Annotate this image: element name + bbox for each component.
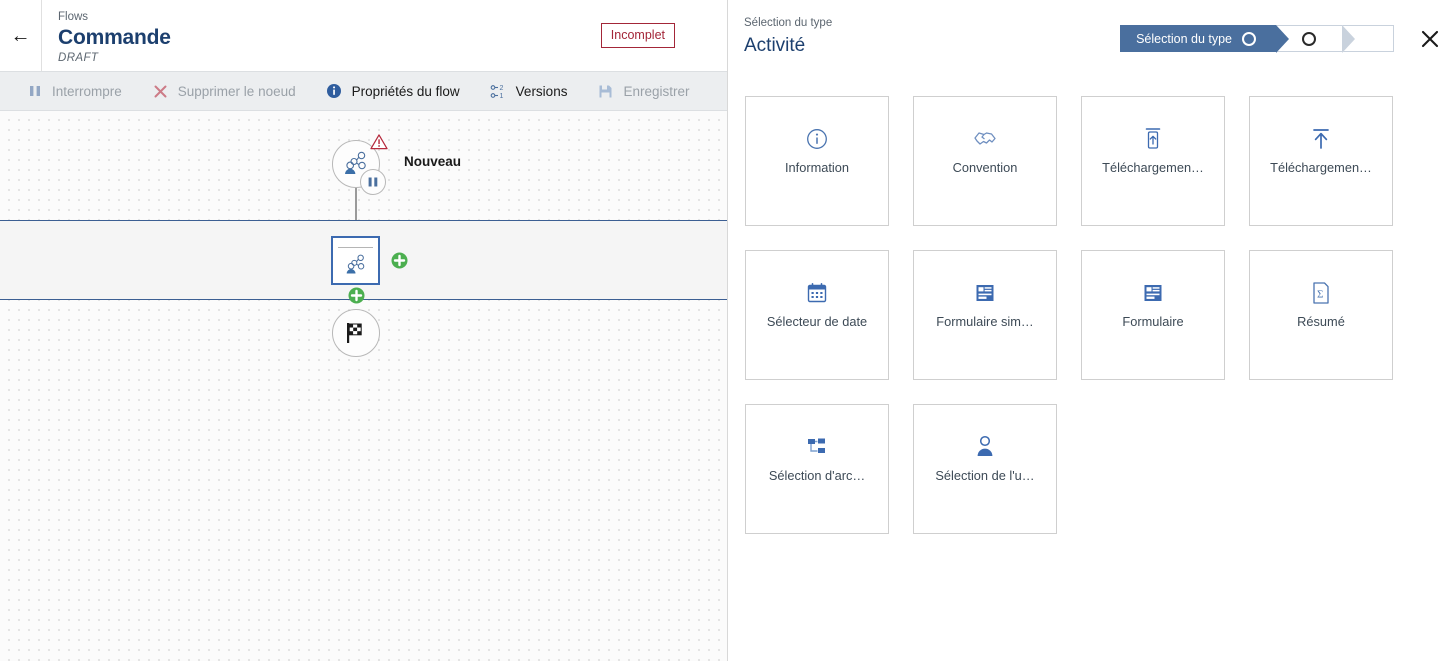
activity-card-label: Résumé <box>1297 314 1345 329</box>
pause-badge[interactable] <box>360 169 386 195</box>
warning-triangle-icon <box>370 133 388 151</box>
activity-card-label: Formulaire <box>1122 314 1184 329</box>
activity-card-label: Sélection de l'u… <box>935 468 1035 483</box>
activity-card-convention[interactable]: Convention <box>913 96 1057 226</box>
circle-icon <box>1242 31 1256 46</box>
flow-toolbar: Interrompre Supprimer le noeud Propriété… <box>0 71 727 111</box>
status-badge: Incomplet <box>600 23 675 48</box>
toolbar-item-enregistrer[interactable]: Enregistrer <box>595 71 691 111</box>
type-selection-panel: Sélection du type Activité Sélection du … <box>728 0 1456 661</box>
toolbar-item-interrompre[interactable]: Interrompre <box>24 71 124 111</box>
arrow-left-icon: ← <box>10 24 31 47</box>
toolbar-item-supprimer-le-noeud[interactable]: Supprimer le noeud <box>150 71 298 111</box>
svg-text:1: 1 <box>499 93 503 99</box>
flow-state-label: DRAFT <box>58 52 99 64</box>
wizard-stepper: Sélection du type <box>1120 24 1394 53</box>
activity-card-label: Sélection d'arc… <box>768 468 866 483</box>
start-node-label: Nouveau <box>404 154 462 169</box>
breadcrumb: Flows <box>58 11 89 23</box>
back-button[interactable]: ← <box>0 0 42 71</box>
info-circle-icon <box>806 126 828 152</box>
sigma-document-icon: Σ <box>1311 280 1331 306</box>
end-node[interactable] <box>332 309 380 357</box>
activity-card-selection-utilisateur[interactable]: Sélection de l'u… <box>913 404 1057 534</box>
app-root: ← Flows Commande DRAFT Incomplet Interro… <box>0 0 1456 661</box>
arrow-up-bar-icon <box>1310 126 1332 152</box>
flow-header-titles: Flows Commande DRAFT <box>42 0 601 71</box>
activity-card-label: Téléchargemen… <box>1102 160 1204 175</box>
save-icon <box>597 83 614 100</box>
versions-icon: 2 1 <box>490 83 507 100</box>
panel-body: Information Convention Téléchargemen… Té… <box>728 71 1456 661</box>
panel-breadcrumb: Sélection du type <box>744 16 833 29</box>
add-node-button-end[interactable] <box>348 287 365 304</box>
tree-hierarchy-icon <box>806 434 828 460</box>
close-icon <box>1421 30 1439 47</box>
close-x-icon <box>152 83 169 100</box>
activity-card-selecteur-de-date[interactable]: Sélecteur de date <box>745 250 889 380</box>
add-node-button-lane[interactable] <box>391 252 408 269</box>
status-badge-wrap: Incomplet <box>600 0 727 71</box>
stepper-step-1[interactable]: Sélection du type <box>1120 25 1289 53</box>
activity-card-telechargement-2[interactable]: Téléchargemen… <box>1249 96 1393 226</box>
form-icon <box>1142 280 1164 306</box>
toolbar-item-proprietes-du-flow[interactable]: Propriétés du flow <box>324 71 462 111</box>
flow-canvas[interactable]: Nouveau <box>0 111 727 661</box>
activity-card-formulaire-simple[interactable]: Formulaire sim… <box>913 250 1057 380</box>
chevron-divider <box>1342 24 1355 53</box>
activity-card-telechargement-1[interactable]: Téléchargemen… <box>1081 96 1225 226</box>
pause-icon <box>368 177 378 187</box>
svg-text:2: 2 <box>499 85 503 92</box>
toolbar-item-label: Versions <box>515 83 568 99</box>
toolbar-item-label: Propriétés du flow <box>351 83 460 99</box>
close-panel-button[interactable] <box>1404 19 1456 59</box>
toolbar-item-versions[interactable]: 2 1 Versions <box>488 71 570 111</box>
panel-header-titles: Sélection du type Activité <box>744 6 1120 71</box>
user-icon <box>975 434 995 460</box>
toolbar-item-label: Enregistrer <box>623 83 690 99</box>
activity-card-label: Formulaire sim… <box>936 314 1034 329</box>
checkered-flag-icon <box>347 323 362 343</box>
activity-card-formulaire[interactable]: Formulaire <box>1081 250 1225 380</box>
page-title: Commande <box>58 26 171 49</box>
toolbar-item-label: Supprimer le noeud <box>177 83 296 99</box>
activity-type-grid: Information Convention Téléchargemen… Té… <box>745 96 1435 534</box>
flow-header: ← Flows Commande DRAFT Incomplet <box>0 0 727 71</box>
activity-node-selected[interactable] <box>331 236 380 285</box>
calendar-icon <box>806 280 828 306</box>
pause-icon <box>26 83 43 100</box>
activity-card-label: Sélecteur de date <box>766 314 868 329</box>
form-simple-icon <box>974 280 996 306</box>
activity-card-information[interactable]: Information <box>745 96 889 226</box>
activity-card-label: Convention <box>952 160 1018 175</box>
document-upload-icon <box>1142 126 1164 152</box>
panel-header: Sélection du type Activité Sélection du … <box>728 0 1456 71</box>
activity-card-selection-archive[interactable]: Sélection d'arc… <box>745 404 889 534</box>
chevron-divider <box>1276 25 1289 53</box>
flow-editor-pane: ← Flows Commande DRAFT Incomplet Interro… <box>0 0 728 661</box>
activity-card-resume[interactable]: Σ Résumé <box>1249 250 1393 380</box>
activity-card-label: Information <box>784 160 850 175</box>
plus-circle-icon <box>391 252 408 269</box>
stepper-step-label: Sélection du type <box>1136 31 1232 46</box>
circle-icon <box>1302 31 1316 46</box>
activity-card-label: Téléchargemen… <box>1270 160 1372 175</box>
handshake-icon <box>973 126 997 152</box>
toolbar-item-label: Interrompre <box>52 83 122 99</box>
connector-line <box>355 188 357 220</box>
info-icon <box>326 83 343 100</box>
svg-text:Σ: Σ <box>1317 289 1323 301</box>
panel-title: Activité <box>744 34 806 56</box>
plus-circle-icon <box>348 287 365 304</box>
workflow-user-icon <box>346 254 364 274</box>
